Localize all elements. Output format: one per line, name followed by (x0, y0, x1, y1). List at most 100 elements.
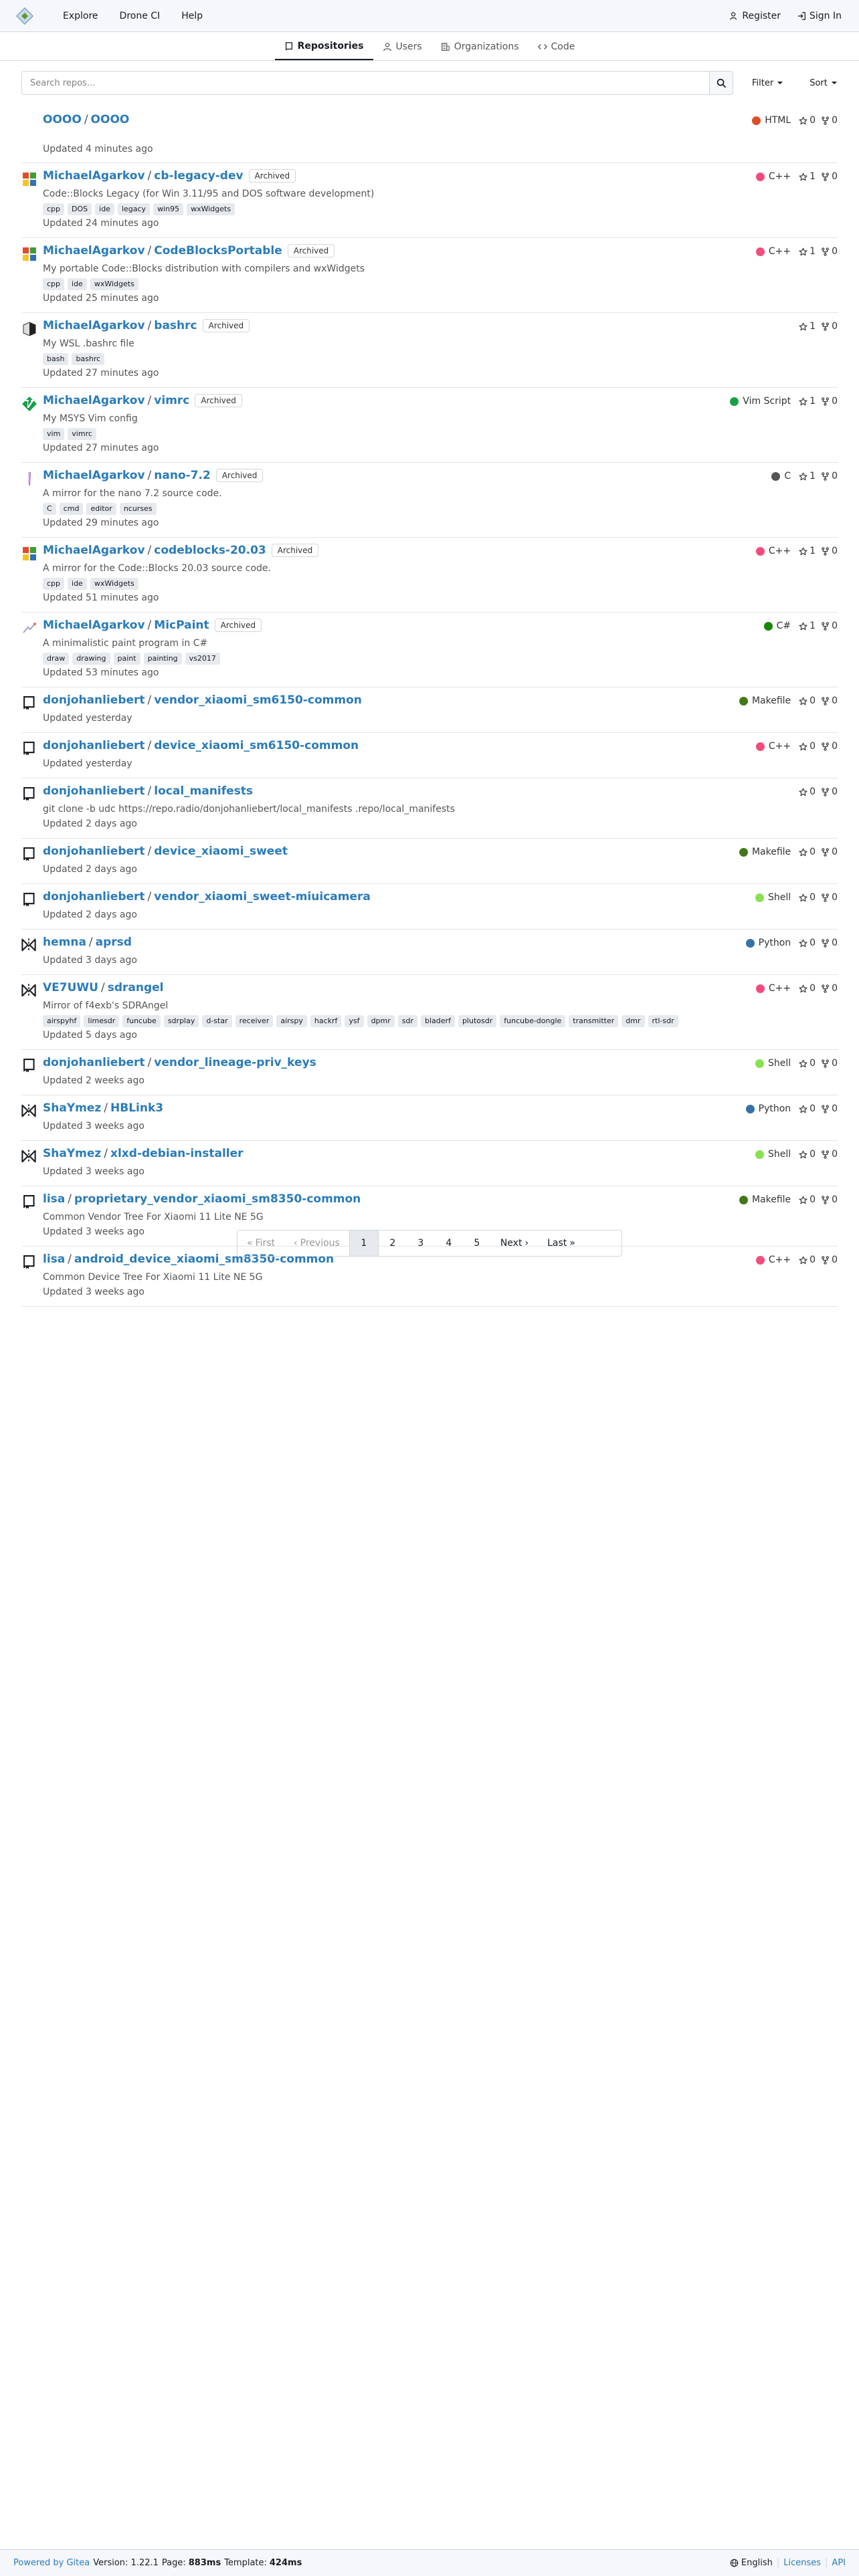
repo-stars[interactable]: 1 (799, 621, 816, 631)
topic-badge[interactable]: plutosdr (458, 1015, 497, 1027)
repo-avatar[interactable] (21, 246, 37, 262)
repo-forks[interactable]: 0 (821, 546, 838, 556)
repo-icon[interactable] (21, 695, 37, 712)
repo-avatar[interactable] (21, 321, 37, 337)
repo-name-link[interactable]: device_xiaomi_sm6150-common (154, 739, 359, 752)
topic-badge[interactable]: sdrplay (163, 1015, 199, 1027)
repo-stars[interactable]: 0 (799, 695, 816, 706)
repo-stars[interactable]: 0 (799, 847, 816, 857)
filter-dropdown[interactable]: Filter (752, 78, 783, 88)
repo-name-link[interactable]: CodeBlocksPortable (154, 244, 282, 257)
topic-badge[interactable]: limesdr (84, 1015, 120, 1027)
repo-stars[interactable]: 0 (799, 1058, 816, 1069)
repo-stars[interactable]: 0 (799, 1194, 816, 1205)
pagination-page[interactable]: 4 (435, 1230, 463, 1256)
topic-badge[interactable]: vim (43, 428, 65, 440)
mirror-icon[interactable] (21, 1103, 37, 1119)
repo-forks[interactable]: 0 (821, 786, 838, 797)
repo-owner-link[interactable]: donjohanliebert (43, 693, 145, 707)
topic-badge[interactable]: vs2017 (185, 653, 220, 665)
repo-name-link[interactable]: MicPaint (154, 619, 209, 632)
tab-users[interactable]: Users (373, 33, 432, 60)
tab-organizations[interactable]: Organizations (432, 33, 529, 60)
topic-badge[interactable]: dpmr (367, 1015, 395, 1027)
repo-stars[interactable]: 1 (799, 246, 816, 257)
repo-forks[interactable]: 0 (821, 115, 838, 126)
repo-stars[interactable]: 1 (799, 171, 816, 182)
repo-icon[interactable] (21, 847, 37, 863)
nav-explore[interactable]: Explore (52, 0, 109, 32)
pagination-page[interactable]: 1 (349, 1230, 379, 1256)
repo-stars[interactable]: 1 (799, 546, 816, 556)
repo-stars[interactable]: 0 (799, 938, 816, 948)
topic-badge[interactable]: painting (143, 653, 182, 665)
repo-owner-link[interactable]: donjohanliebert (43, 739, 145, 752)
repo-stars[interactable]: 0 (799, 1149, 816, 1160)
repo-forks[interactable]: 0 (821, 1255, 838, 1265)
topic-badge[interactable]: hackrf (310, 1015, 342, 1027)
repo-stars[interactable]: 0 (799, 1103, 816, 1114)
repo-forks[interactable]: 0 (821, 695, 838, 706)
repo-forks[interactable]: 0 (821, 321, 838, 332)
repo-stars[interactable]: 0 (799, 983, 816, 994)
repo-stars[interactable]: 1 (799, 321, 816, 332)
repo-name-link[interactable]: HBLink3 (110, 1101, 163, 1115)
pagination-last[interactable]: Last» (538, 1230, 585, 1256)
repo-name-link[interactable]: codeblocks-20.03 (154, 544, 266, 557)
repo-icon[interactable] (21, 892, 37, 908)
repo-name-link[interactable]: xlxd-debian-installer (110, 1147, 244, 1160)
topic-badge[interactable]: ysf (345, 1015, 364, 1027)
topic-badge[interactable]: bash (43, 353, 69, 365)
repo-owner-link[interactable]: lisa (43, 1192, 65, 1206)
topic-badge[interactable]: drawing (72, 653, 110, 665)
mirror-icon[interactable] (21, 1149, 37, 1165)
search-button[interactable] (709, 71, 733, 95)
repo-name-link[interactable]: sdrangel (108, 981, 164, 994)
topic-badge[interactable]: ncurses (119, 503, 157, 515)
repo-avatar[interactable] (21, 471, 37, 487)
pagination-next[interactable]: Next › (491, 1230, 538, 1256)
repo-name-link[interactable]: vendor_lineage-priv_keys (154, 1056, 316, 1069)
repo-forks[interactable]: 0 (821, 471, 838, 481)
licenses-link[interactable]: Licenses (783, 2558, 821, 2568)
repo-stars[interactable]: 1 (799, 471, 816, 481)
repo-owner-link[interactable]: ShaYmez (43, 1147, 101, 1160)
topic-badge[interactable]: dmr (622, 1015, 645, 1027)
repo-name-link[interactable]: vendor_xiaomi_sweet-miuicamera (154, 890, 371, 903)
topic-badge[interactable]: ide (95, 203, 114, 215)
mirror-icon[interactable] (21, 938, 37, 954)
repo-stars[interactable]: 0 (799, 1255, 816, 1265)
topic-badge[interactable]: receiver (235, 1015, 274, 1027)
repo-owner-link[interactable]: donjohanliebert (43, 784, 145, 798)
repo-stars[interactable]: 0 (799, 892, 816, 903)
topic-badge[interactable]: cpp (43, 278, 65, 290)
topic-badge[interactable]: legacy (117, 203, 151, 215)
repo-owner-link[interactable]: VE7UWU (43, 981, 98, 994)
topic-badge[interactable]: cmd (59, 503, 84, 515)
repo-stars[interactable]: 1 (799, 396, 816, 407)
topic-badge[interactable]: cpp (43, 203, 65, 215)
repo-name-link[interactable]: bashrc (154, 319, 197, 332)
repo-forks[interactable]: 0 (821, 892, 838, 903)
topic-badge[interactable]: DOS (68, 203, 92, 215)
repo-forks[interactable]: 0 (821, 246, 838, 257)
repo-name-link[interactable]: cb-legacy-dev (154, 169, 243, 183)
topic-badge[interactable]: cpp (43, 578, 65, 590)
gitea-logo-icon[interactable] (15, 6, 35, 26)
repo-owner-link[interactable]: MichaelAgarkov (43, 544, 145, 557)
repo-forks[interactable]: 0 (821, 938, 838, 948)
repo-owner-link[interactable]: MichaelAgarkov (43, 169, 145, 183)
repo-name-link[interactable]: device_xiaomi_sweet (154, 845, 288, 858)
repo-avatar[interactable] (21, 115, 37, 131)
topic-badge[interactable]: vimrc (68, 428, 96, 440)
search-input[interactable] (21, 71, 709, 95)
repo-avatar[interactable] (21, 396, 37, 412)
repo-name-link[interactable]: aprsd (96, 936, 132, 949)
topic-badge[interactable]: rtl-sdr (648, 1015, 678, 1027)
repo-forks[interactable]: 0 (821, 1149, 838, 1160)
api-link[interactable]: API (832, 2558, 846, 2568)
pagination-previous[interactable]: ‹ Previous (284, 1230, 349, 1256)
repo-icon[interactable] (21, 1194, 37, 1210)
nav-help[interactable]: Help (171, 0, 213, 32)
repo-forks[interactable]: 0 (821, 1103, 838, 1114)
